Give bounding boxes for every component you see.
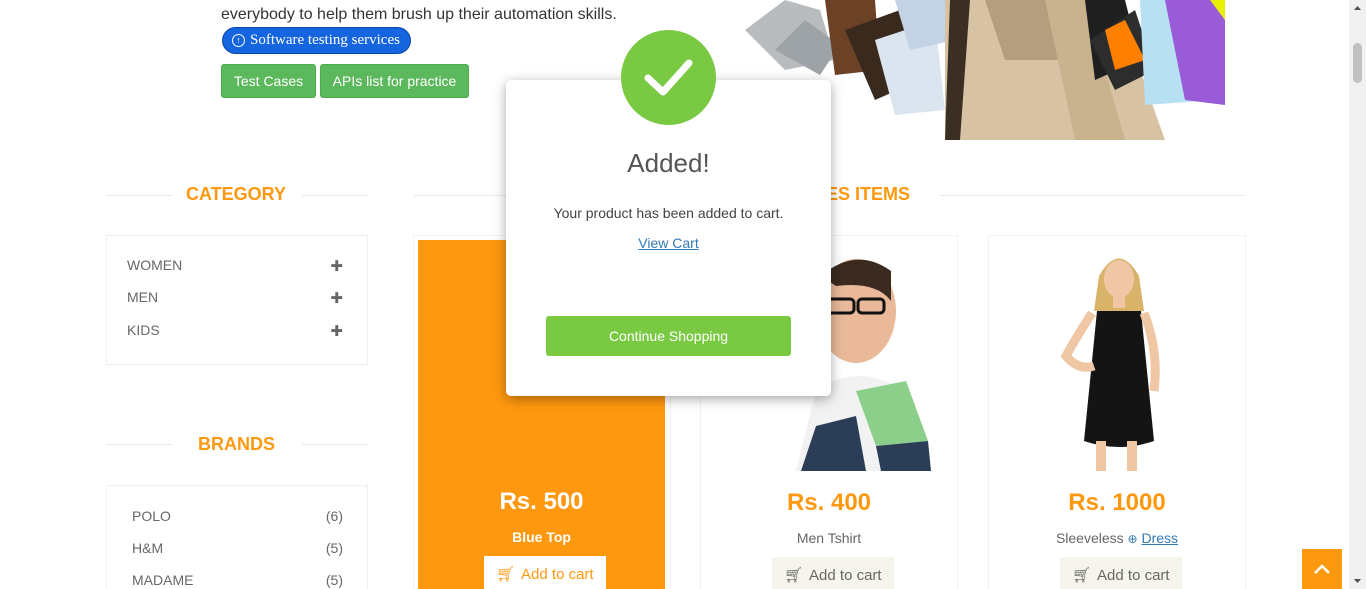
brands-title: BRANDS	[198, 434, 276, 454]
category-men-label: MEN	[127, 289, 159, 305]
product-price: Rs. 500	[499, 488, 584, 515]
page-scrollbar[interactable]	[1349, 0, 1366, 589]
product-image	[994, 241, 1240, 471]
cart-icon: 🛒︎	[1072, 567, 1092, 584]
category-kids[interactable]: KIDS ✚	[127, 322, 343, 340]
chevron-up-icon	[1314, 564, 1330, 574]
brand-name: H&M	[132, 540, 164, 556]
circle-arrow-icon: ⊕	[1127, 532, 1138, 546]
category-men[interactable]: MEN ✚	[127, 289, 343, 307]
brand-name: MADAME	[132, 572, 194, 588]
features-items-title: ES ITEMS	[826, 184, 911, 204]
add-to-cart-label: Add to cart	[1097, 566, 1170, 584]
scroll-down-arrow-icon[interactable]	[1349, 575, 1366, 587]
product-name: Blue Top	[512, 529, 571, 545]
features-rule-left	[414, 195, 514, 196]
plus-icon[interactable]: ✚	[330, 322, 343, 340]
software-testing-services-label: Software testing services	[250, 32, 400, 48]
features-rule-right	[940, 195, 1245, 196]
scrollbar-thumb[interactable]	[1353, 43, 1362, 83]
brands-panel: POLO (6) H&M (5) MADAME (5)	[106, 485, 368, 589]
plus-icon[interactable]: ✚	[330, 289, 343, 307]
cart-icon: 🛒︎	[784, 567, 804, 584]
category-rule-right	[302, 195, 368, 196]
category-title: CATEGORY	[186, 184, 287, 204]
success-badge	[621, 30, 716, 125]
scroll-to-top-button[interactable]	[1302, 549, 1342, 589]
category-rule-left	[106, 195, 172, 196]
product-name: Men Tshirt	[796, 530, 862, 546]
cart-icon: 🛒︎	[496, 566, 516, 583]
brand-madame[interactable]: MADAME (5)	[132, 572, 343, 588]
product-name: Sleeveless ⊕ Dress	[989, 530, 1245, 546]
software-testing-services-button[interactable]: ↑ Software testing services	[222, 27, 411, 54]
product-name-link[interactable]: Dress	[1141, 530, 1178, 546]
added-to-cart-modal: Added! Your product has been added to ca…	[506, 80, 831, 396]
brand-count: (5)	[325, 572, 343, 588]
add-to-cart-button[interactable]: 🛒︎ Add to cart	[484, 556, 606, 589]
scroll-up-arrow-icon[interactable]	[1349, 2, 1366, 14]
add-to-cart-button[interactable]: 🛒︎ Add to cart	[772, 557, 894, 589]
hero-description: everybody to help them brush up their au…	[221, 6, 617, 23]
test-cases-button[interactable]: Test Cases	[221, 64, 316, 98]
brand-hm[interactable]: H&M (5)	[132, 540, 343, 556]
add-to-cart-button[interactable]: 🛒︎ Add to cart	[1060, 557, 1182, 589]
category-panel: WOMEN ✚ MEN ✚ KIDS ✚	[106, 235, 368, 365]
brand-count: (5)	[325, 540, 343, 556]
product-name-prefix: Sleeveless	[1055, 530, 1124, 546]
apis-list-button[interactable]: APIs list for practice	[320, 64, 469, 98]
product-card: Rs. 1000 Sleeveless ⊕ Dress 🛒︎ Add to ca…	[988, 235, 1246, 589]
modal-title: Added!	[627, 148, 710, 178]
check-icon	[644, 59, 693, 96]
brand-polo[interactable]: POLO (6)	[132, 508, 343, 524]
brand-name: POLO	[132, 508, 171, 524]
brands-rule-right	[302, 444, 368, 445]
brand-count: (6)	[325, 508, 343, 524]
add-to-cart-label: Add to cart	[521, 565, 594, 583]
circle-arrow-icon: ↑	[232, 34, 245, 47]
brands-rule-left	[106, 444, 172, 445]
plus-icon[interactable]: ✚	[330, 257, 343, 275]
page: everybody to help them brush up their au…	[0, 0, 1366, 589]
continue-shopping-button[interactable]: Continue Shopping	[546, 316, 791, 356]
view-cart-link-wrap: View Cart	[506, 235, 831, 251]
category-women-label: WOMEN	[127, 257, 183, 273]
modal-message: Your product has been added to cart.	[553, 205, 784, 221]
view-cart-link[interactable]: View Cart	[638, 235, 698, 251]
category-women[interactable]: WOMEN ✚	[127, 257, 343, 275]
product-price: Rs. 1000	[1068, 489, 1166, 516]
add-to-cart-label: Add to cart	[809, 566, 882, 584]
category-kids-label: KIDS	[127, 322, 160, 338]
product-price: Rs. 400	[786, 489, 872, 516]
